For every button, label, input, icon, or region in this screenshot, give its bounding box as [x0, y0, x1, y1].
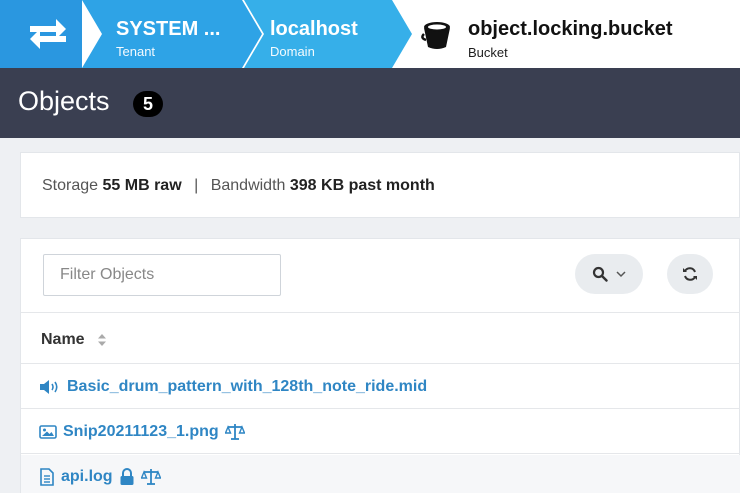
lock-icon — [120, 467, 134, 485]
bucket-name: object.locking.bucket — [468, 18, 673, 40]
exchange-arrows-icon — [30, 19, 66, 49]
object-name-link[interactable]: Snip20211123_1.png — [63, 423, 219, 441]
table-row[interactable]: Basic_drum_pattern_with_128th_note_ride.… — [21, 365, 740, 409]
stats-separator: | — [194, 177, 199, 194]
table-row[interactable]: Snip20211123_1.png — [21, 410, 740, 454]
table-header: Name — [21, 312, 740, 364]
filter-objects-input[interactable] — [43, 254, 281, 296]
bandwidth-value: 398 KB past month — [289, 177, 435, 194]
image-icon — [39, 424, 57, 439]
usage-stats-panel: Storage 55 MB raw | Bandwidth 398 KB pas… — [20, 152, 740, 218]
bucket-icon — [421, 22, 450, 49]
legal-hold-icon — [224, 423, 245, 440]
bucket-label: Bucket — [468, 45, 508, 60]
tenant-name: SYSTEM ... — [116, 18, 221, 40]
refresh-button[interactable] — [667, 254, 713, 294]
page-title: Objects — [18, 86, 110, 116]
object-name-link[interactable]: api.log — [61, 468, 113, 486]
objects-panel: Name Basic_drum_pattern_with_128th_note_… — [20, 238, 740, 493]
legal-hold-icon — [140, 468, 161, 485]
search-options-button[interactable] — [575, 254, 643, 294]
search-icon — [592, 266, 608, 282]
page-header: Objects 5 — [0, 68, 740, 138]
domain-name: localhost — [270, 18, 358, 40]
home-crumb[interactable] — [0, 0, 82, 68]
object-name-link[interactable]: Basic_drum_pattern_with_128th_note_ride.… — [67, 378, 427, 396]
domain-label: Domain — [270, 44, 315, 59]
sort-icon[interactable] — [97, 333, 107, 347]
tenant-label: Tenant — [116, 44, 156, 59]
audio-icon — [40, 379, 58, 394]
storage-value: 55 MB raw — [102, 177, 182, 194]
refresh-icon — [683, 267, 697, 281]
storage-label: Storage — [42, 177, 99, 194]
file-text-icon — [40, 467, 54, 486]
tenant-crumb[interactable]: SYSTEM ... Tenant — [82, 0, 262, 68]
column-header-name[interactable]: Name — [41, 331, 85, 349]
breadcrumb: SYSTEM ... Tenant localhost Domain objec… — [0, 0, 740, 68]
bandwidth-label: Bandwidth — [210, 177, 286, 194]
table-row[interactable]: api.log — [21, 455, 740, 493]
domain-crumb[interactable]: localhost Domain — [244, 0, 412, 68]
chevron-down-icon — [616, 271, 626, 278]
object-count-badge: 5 — [133, 91, 163, 117]
